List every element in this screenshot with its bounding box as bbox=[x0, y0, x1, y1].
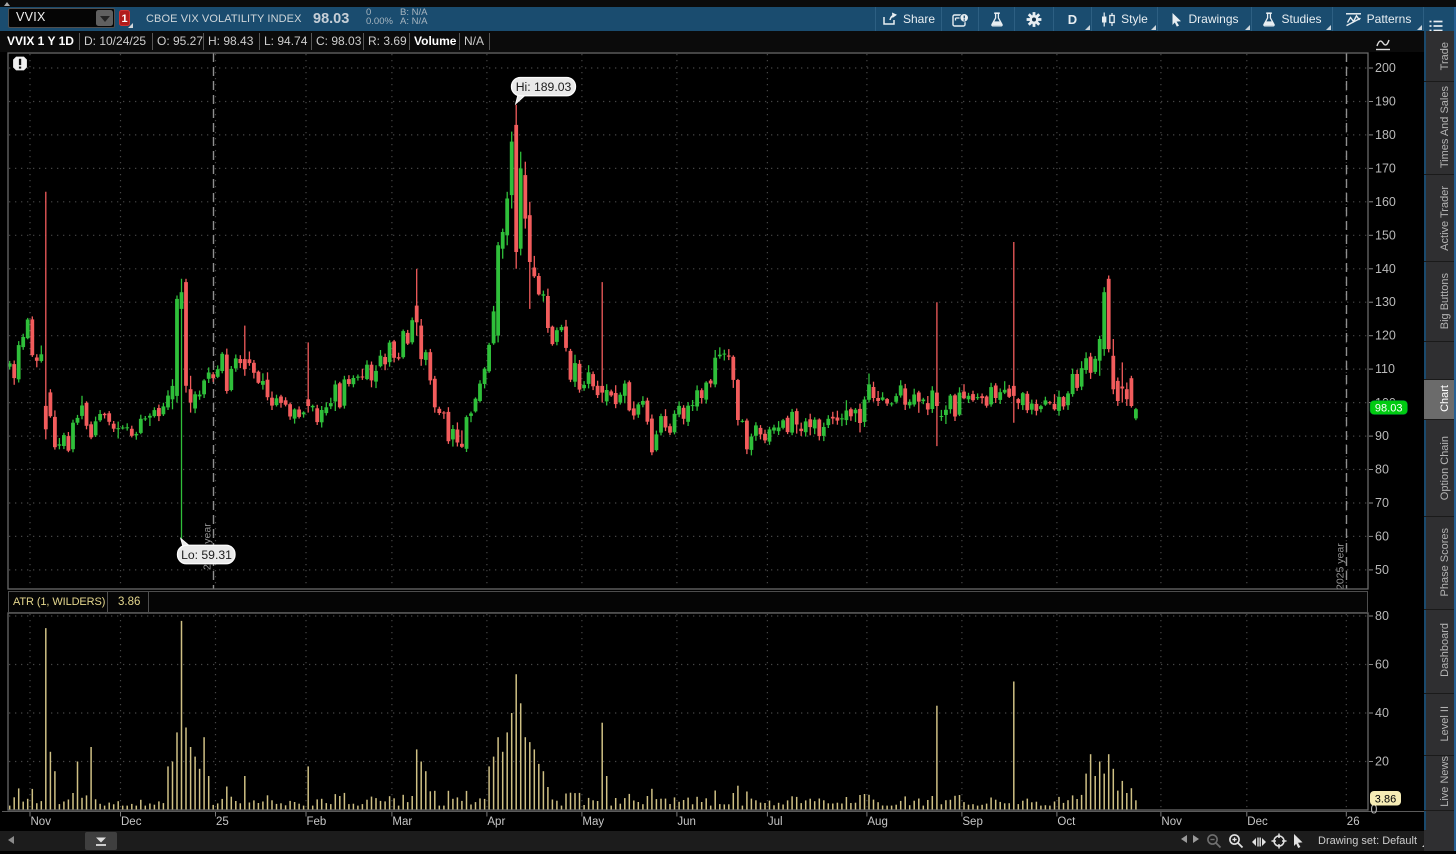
svg-text:Feb: Feb bbox=[307, 816, 327, 828]
svg-text:Oct: Oct bbox=[1057, 816, 1076, 828]
svg-text:Sep: Sep bbox=[962, 816, 982, 828]
svg-text:120: 120 bbox=[1375, 329, 1396, 343]
svg-text:Aug: Aug bbox=[867, 816, 887, 828]
svg-text:80: 80 bbox=[1375, 463, 1389, 477]
svg-text:26: 26 bbox=[1347, 816, 1360, 828]
svg-text:98.03: 98.03 bbox=[1375, 403, 1403, 415]
svg-text:170: 170 bbox=[1375, 161, 1396, 175]
svg-text:130: 130 bbox=[1375, 295, 1396, 309]
svg-text:110: 110 bbox=[1375, 362, 1395, 376]
svg-text:80: 80 bbox=[1375, 609, 1389, 623]
svg-text:Hi: 189.03: Hi: 189.03 bbox=[516, 80, 572, 94]
svg-text:Dec: Dec bbox=[1247, 816, 1268, 828]
svg-text:Apr: Apr bbox=[487, 816, 505, 828]
svg-text:25: 25 bbox=[216, 816, 229, 828]
svg-text:Nov: Nov bbox=[1161, 816, 1182, 828]
svg-text:Lo: 59.31: Lo: 59.31 bbox=[181, 548, 232, 562]
svg-text:40: 40 bbox=[1375, 706, 1389, 720]
svg-text:200: 200 bbox=[1375, 61, 1396, 75]
svg-text:60: 60 bbox=[1375, 529, 1389, 543]
svg-text:70: 70 bbox=[1375, 496, 1389, 510]
svg-text:Mar: Mar bbox=[392, 816, 412, 828]
svg-text:Nov: Nov bbox=[31, 816, 52, 828]
svg-text:60: 60 bbox=[1375, 658, 1389, 672]
svg-text:May: May bbox=[582, 816, 604, 828]
svg-text:20: 20 bbox=[1375, 755, 1389, 769]
svg-text:50: 50 bbox=[1375, 563, 1389, 577]
svg-text:160: 160 bbox=[1375, 195, 1396, 209]
svg-text:150: 150 bbox=[1375, 228, 1396, 242]
svg-text:90: 90 bbox=[1375, 429, 1389, 443]
svg-text:Dec: Dec bbox=[121, 816, 142, 828]
svg-text:Jul: Jul bbox=[768, 816, 783, 828]
svg-text:2025 year: 2025 year bbox=[1335, 543, 1347, 590]
svg-text:190: 190 bbox=[1375, 95, 1396, 109]
svg-text:180: 180 bbox=[1375, 128, 1396, 142]
svg-text:Jun: Jun bbox=[677, 816, 696, 828]
svg-text:140: 140 bbox=[1375, 262, 1396, 276]
svg-text:3.86: 3.86 bbox=[1375, 794, 1396, 806]
